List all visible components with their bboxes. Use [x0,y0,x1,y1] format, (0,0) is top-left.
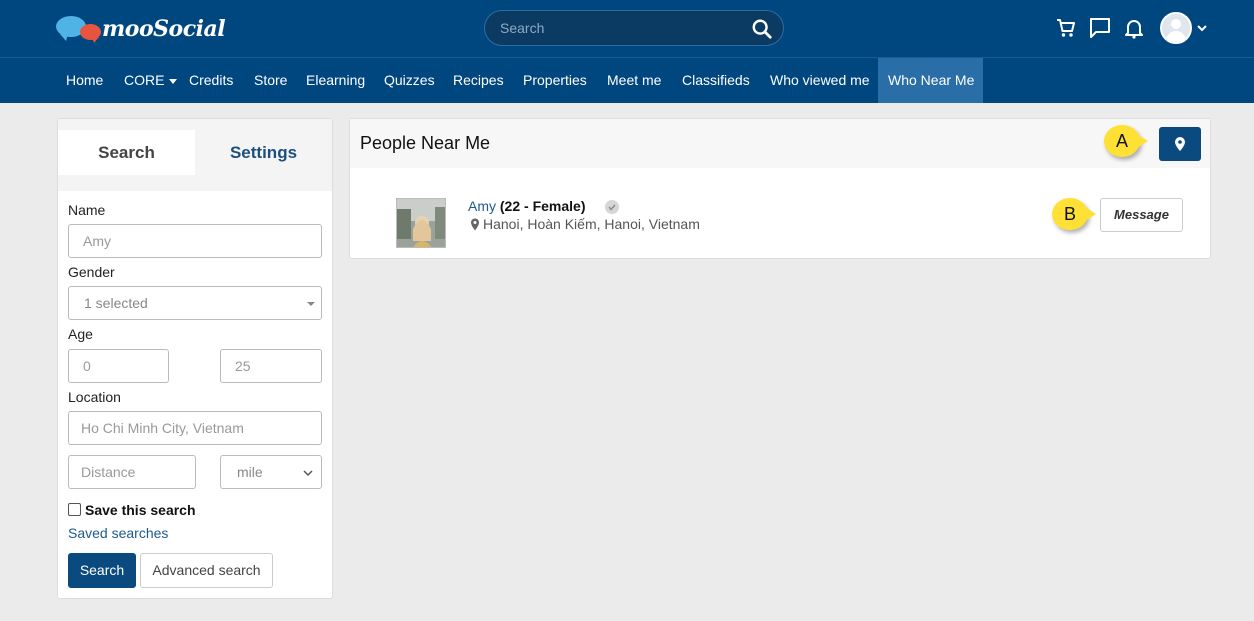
nav-classifieds[interactable]: Classifieds [672,58,760,103]
logo-icon [56,14,102,44]
tab-search[interactable]: Search [58,130,195,175]
logo-text: mooSocial [102,16,226,42]
save-search-label: Save this search [85,502,196,518]
gender-label: Gender [68,264,115,280]
tab-settings[interactable]: Settings [195,130,332,175]
user-menu[interactable] [1160,12,1208,44]
search-button[interactable]: Search [68,553,136,588]
gender-value: 1 selected [84,295,148,311]
search-input[interactable] [485,20,735,36]
page-title: People Near Me [360,133,491,153]
user-age-gender: (22 - Female) [499,198,586,214]
user-name-link[interactable]: Amy [468,198,496,214]
main-nav: Home CORE Credits Store Elearning Quizze… [0,57,1254,103]
bell-icon[interactable] [1122,16,1146,40]
nav-who-viewed-me[interactable]: Who viewed me [760,58,880,103]
name-label: Name [68,202,106,218]
nav-meet-me[interactable]: Meet me [597,58,671,103]
nav-elearning[interactable]: Elearning [296,58,375,103]
nav-core-label: CORE [124,72,165,88]
gender-select[interactable]: 1 selected [68,286,322,320]
save-search-checkbox[interactable] [68,503,81,516]
age-label: Age [68,326,93,342]
location-label: Location [68,389,121,405]
nav-core[interactable]: CORE [114,58,187,103]
chat-icon[interactable] [1088,16,1112,40]
nav-home[interactable]: Home [56,58,113,103]
caret-down-icon [169,78,178,84]
name-field[interactable] [68,224,322,258]
nav-credits[interactable]: Credits [179,58,243,103]
message-button[interactable]: Message [1100,198,1183,232]
chevron-down-icon [303,470,313,477]
people-near-me-panel: People Near Me Amy (22 - Female) Hanoi, … [349,118,1211,259]
nav-quizzes[interactable]: Quizzes [374,58,445,103]
top-header: mooSocial [0,0,1254,57]
map-marker-icon [471,218,479,230]
nav-recipes[interactable]: Recipes [443,58,514,103]
map-pin-icon [1175,137,1185,151]
nav-who-near-me[interactable]: Who Near Me [878,58,983,103]
advanced-search-button[interactable]: Advanced search [140,553,273,588]
age-min-field[interactable] [68,349,169,383]
global-search [484,10,784,46]
nav-properties[interactable]: Properties [513,58,597,103]
site-logo[interactable]: mooSocial [56,14,226,44]
callout-a: A [1104,125,1148,157]
location-field[interactable] [68,411,322,445]
chevron-down-icon [1197,25,1207,32]
nav-store[interactable]: Store [244,58,297,103]
distance-field[interactable] [68,455,196,489]
distance-unit-select[interactable]: mile [220,455,322,489]
user-photo-image [397,199,445,247]
search-panel: Search Settings Name Gender 1 selected A… [57,118,333,599]
user-photo[interactable] [396,198,446,248]
search-tabs: Search Settings [58,119,332,191]
panel-header: People Near Me [350,119,1210,168]
age-max-field[interactable] [220,349,322,383]
saved-searches-link[interactable]: Saved searches [68,525,168,541]
cart-icon[interactable] [1054,16,1078,40]
callout-b: B [1052,198,1096,230]
avatar [1160,12,1192,44]
location-button[interactable] [1159,127,1201,161]
user-location: Hanoi, Hoàn Kiếm, Hanoi, Vietnam [470,216,700,232]
user-name-line: Amy (22 - Female) [468,198,585,214]
search-icon[interactable] [751,18,773,40]
distance-unit-value: mile [237,464,263,480]
verified-check-icon [605,200,619,214]
user-location-text: Hanoi, Hoàn Kiếm, Hanoi, Vietnam [483,216,700,232]
dropdown-arrow-icon [307,302,315,306]
